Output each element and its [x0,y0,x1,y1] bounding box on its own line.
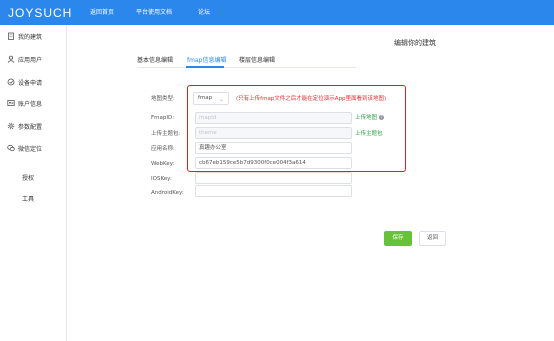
sidebar-item-label: 工具 [22,195,35,203]
building-icon [7,32,15,40]
sidebar-item-authorize[interactable]: 授权 [0,170,67,184]
user-icon [7,55,15,63]
back-button[interactable]: 返回 [419,231,446,246]
active-tab-indicator [186,66,224,68]
android-key-label: AndroidKey: [151,190,184,196]
tab-basic-info[interactable]: 基本信息编辑 [137,56,173,65]
account-icon [7,99,15,107]
app-logo[interactable]: JOYSUCH [8,6,72,20]
sidebar-item-account-info[interactable]: 账户信息 [0,96,67,110]
nav-home-link[interactable]: 返回首页 [90,8,114,17]
sidebar-item-tools[interactable]: 工具 [0,191,67,205]
tab-floor-info[interactable]: 楼层信息编辑 [239,56,275,65]
sidebar-item-label: 微信定位 [18,145,43,153]
sidebar-item-label: 我的建筑 [18,33,43,41]
fmap-id-label: FmapID: [151,115,175,121]
sidebar-item-label: 设备申请 [18,79,43,87]
device-icon [7,78,15,86]
ios-key-label: IOSKey: [151,176,172,182]
top-navbar: JOYSUCH 返回首页 平台使用文档 论坛 [0,0,554,25]
map-type-label: 地图类型: [151,96,175,102]
sidebar-item-buildings[interactable]: 我的建筑 [0,29,67,43]
wechat-icon [7,144,15,152]
sidebar-item-label: 账户信息 [18,100,43,108]
save-button[interactable]: 保存 [384,231,412,246]
nav-docs-link[interactable]: 平台使用文档 [136,8,172,17]
nav-forum-link[interactable]: 论坛 [198,8,210,17]
android-key-field[interactable] [195,185,352,197]
sidebar-item-label: 参数配置 [18,123,43,131]
tabs-divider [137,67,356,68]
ios-key-field[interactable] [195,172,352,184]
sidebar-item-label: 应用用户 [18,56,43,64]
tab-fmap-info[interactable]: fmap信息编辑 [187,56,226,65]
sidebar-item-label: 授权 [22,174,35,182]
gear-icon [7,122,15,130]
sidebar-item-wechat-location[interactable]: 微信定位 [0,141,67,155]
sidebar-item-param-config[interactable]: 参数配置 [0,119,67,133]
sidebar-item-device-request[interactable]: 设备申请 [0,75,67,89]
theme-pack-label: 上传主题包: [151,131,181,137]
sidebar-item-app-users[interactable]: 应用用户 [0,52,67,66]
sidebar: 我的建筑 应用用户 设备申请 账户信息 参数配置 微信定位 授权 工具 [0,25,67,341]
web-key-label: WebKey: [151,161,175,167]
page-title: 编辑你的建筑 [394,39,436,47]
app-name-label: 应用名称: [151,146,175,152]
highlight-annotation-box [187,85,406,172]
